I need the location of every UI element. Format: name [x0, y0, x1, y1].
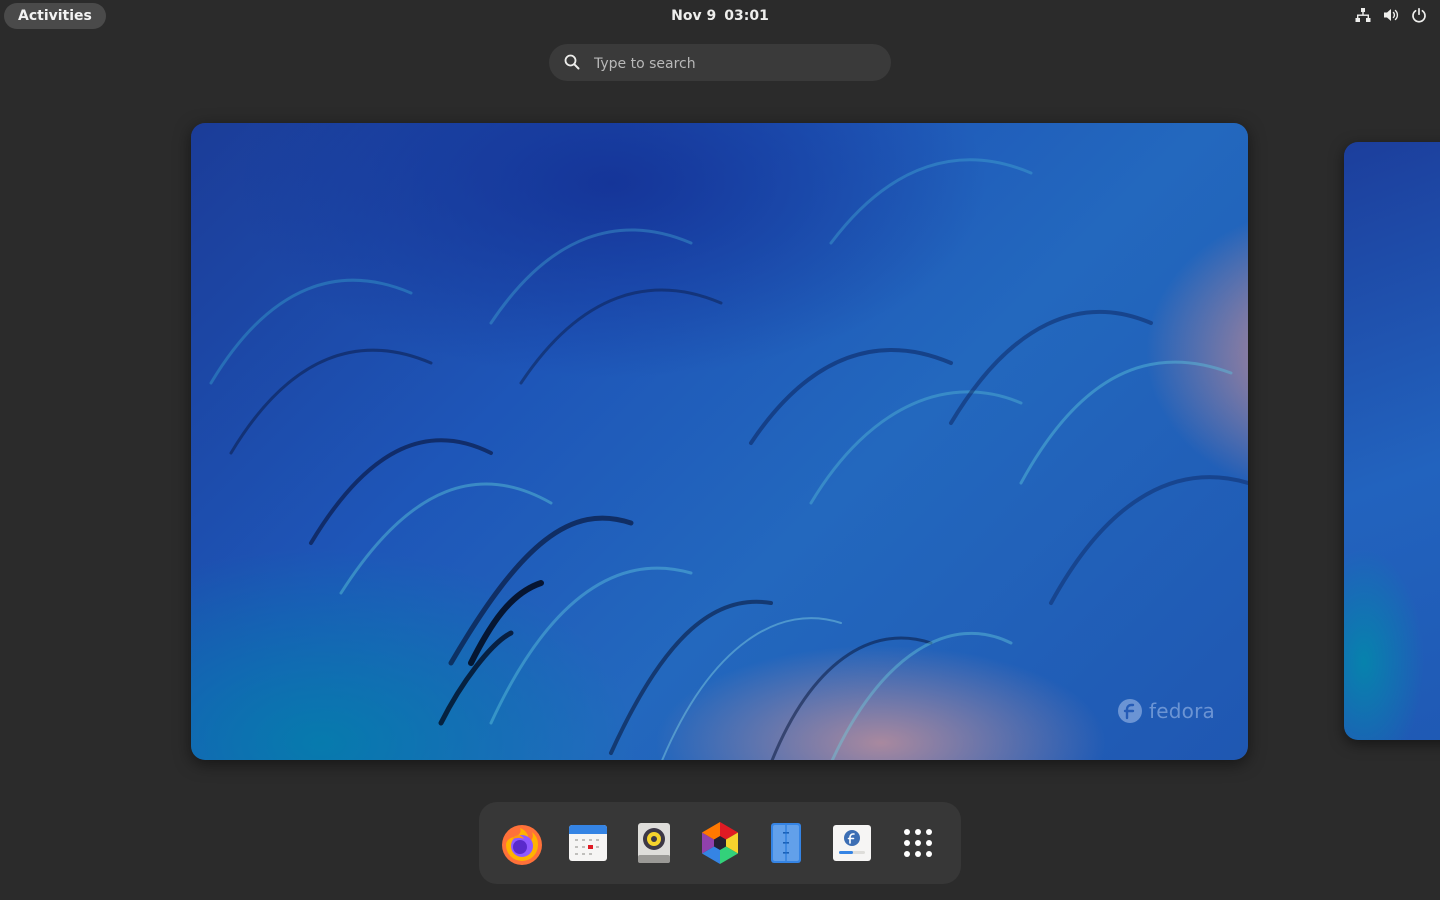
- search-icon: [563, 53, 581, 71]
- workspace-thumbnail-current[interactable]: fedora: [191, 123, 1248, 760]
- dash-app-files[interactable]: [762, 819, 810, 867]
- clock-date[interactable]: Nov 9: [671, 8, 716, 24]
- clock: Nov 9 03:01: [0, 0, 1440, 32]
- software-icon: [702, 822, 738, 864]
- system-tray[interactable]: [1354, 6, 1428, 26]
- search-input[interactable]: [592, 44, 876, 83]
- dash-app-calendar[interactable]: [564, 819, 612, 867]
- fedora-watermark: fedora: [1117, 697, 1215, 725]
- power-icon[interactable]: [1410, 6, 1428, 24]
- clock-time[interactable]: 03:01: [724, 8, 769, 24]
- network-wired-icon[interactable]: [1354, 6, 1372, 24]
- app-grid-icon: [904, 829, 932, 857]
- fedora-watermark-text: fedora: [1149, 699, 1215, 723]
- fedora-media-writer-icon: [833, 825, 871, 861]
- dash: [479, 802, 961, 884]
- volume-icon[interactable]: [1382, 6, 1400, 24]
- rhythmbox-icon: [638, 823, 670, 863]
- fedora-logo-icon: [1118, 699, 1142, 723]
- show-applications-button[interactable]: [894, 819, 942, 867]
- files-icon: [771, 823, 801, 863]
- dash-app-firefox[interactable]: [498, 819, 546, 867]
- workspace-thumbnail-next[interactable]: [1344, 142, 1440, 740]
- dash-app-fedora-media-writer[interactable]: [828, 819, 876, 867]
- wallpaper-pattern: [209, 158, 1248, 760]
- dash-app-software[interactable]: [696, 819, 744, 867]
- firefox-icon: [502, 825, 542, 865]
- top-bar: Activities Nov 9 03:01: [0, 0, 1440, 32]
- dash-app-rhythmbox[interactable]: [630, 819, 678, 867]
- calendar-icon: [569, 825, 607, 861]
- search-entry[interactable]: [549, 44, 891, 83]
- activities-button[interactable]: Activities: [4, 3, 106, 29]
